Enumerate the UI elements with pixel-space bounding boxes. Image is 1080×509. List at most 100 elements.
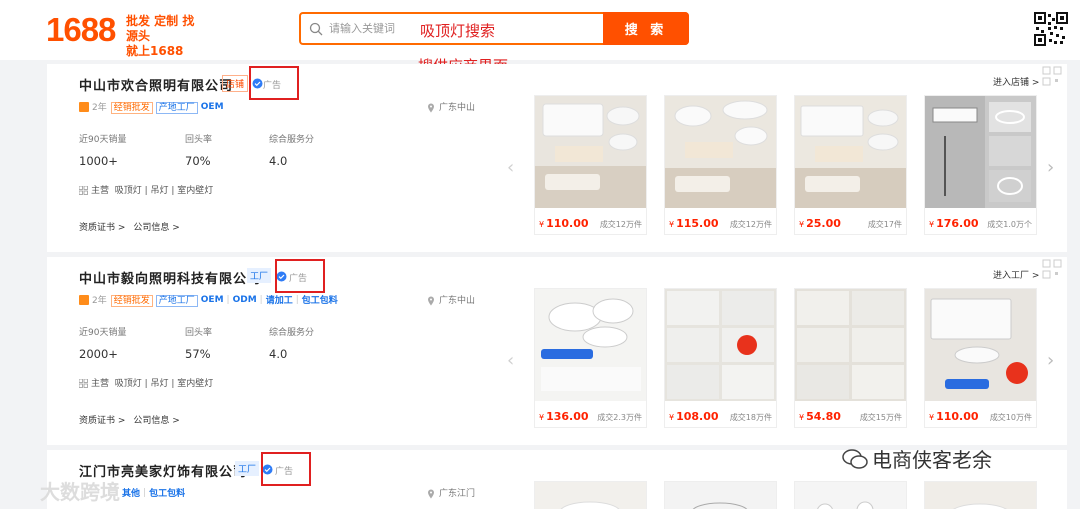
ad-highlight-box: 广告 <box>261 452 311 486</box>
badge: 产地工厂 <box>155 295 198 307</box>
stat-label-repeat: 回头率 <box>185 328 213 338</box>
product-sold: 成交1.0万个 <box>987 220 1032 229</box>
ad-highlight-box: 广告 <box>249 66 299 100</box>
stat-value-repeat: 57% <box>185 347 211 361</box>
carousel-prev-icon[interactable]: ‹ <box>507 157 514 178</box>
category-icon <box>79 379 88 388</box>
product-sold: 成交18万件 <box>729 413 772 422</box>
annotation-search-note: 吸顶灯搜索 <box>420 22 496 40</box>
shop-type-tag: 工厂 <box>247 268 272 283</box>
footer-links: 资质证书 > 公司信息 > <box>79 413 188 426</box>
badge: OEM <box>200 101 224 112</box>
location-pin-icon <box>428 489 434 498</box>
supplier-badges: 其他 | 包工包料 <box>122 487 186 500</box>
stat-value-score: 4.0 <box>269 347 288 361</box>
product-card[interactable]: ¥54.80 成交15万件 <box>794 288 907 428</box>
supplier-badges: 2年 经销批发 产地工厂 OEM <box>79 100 227 114</box>
qr-code-icon[interactable] <box>1034 12 1068 46</box>
product-price: ¥136.00 <box>539 410 589 423</box>
badge: 产地工厂 <box>155 102 198 114</box>
logo-number: 1688 <box>46 11 116 48</box>
logo-slogan: 批发 定制 找源头 就上1688 <box>126 14 195 58</box>
product-card[interactable]: ¥110.00 成交10万件 <box>924 288 1037 428</box>
ad-label: 广告 <box>263 81 282 91</box>
badge: OEM <box>200 294 224 305</box>
badge: ODM <box>232 294 257 305</box>
product-card[interactable]: ¥108.00 成交18万件 <box>664 288 777 428</box>
supplier-location: 广东中山 <box>427 100 475 113</box>
supplier-location: 广东中山 <box>427 293 475 306</box>
carousel-prev-icon[interactable]: ‹ <box>507 350 514 371</box>
product-image <box>665 96 776 208</box>
wechat-watermark-text: 电商侠客老余 <box>872 448 992 472</box>
product-card[interactable]: ¥136.00 成交2.3万件 <box>534 288 647 428</box>
supplier-card: 中山市欢合照明有限公司 店铺 广告 2年 经销批发 产地工厂 OEM 广东中山 近90… <box>47 64 1067 252</box>
badge: 经销批发 <box>110 295 153 307</box>
company-info-link[interactable]: 公司信息 > <box>133 416 179 426</box>
search-icon <box>309 22 323 36</box>
product-image <box>665 289 776 401</box>
product-card[interactable] <box>664 481 777 509</box>
ad-label: 广告 <box>275 467 294 477</box>
stat-value-sales: 2000+ <box>79 347 118 361</box>
carousel-next-icon[interactable]: › <box>1047 350 1054 371</box>
product-card[interactable]: ¥115.00 成交12万件 <box>664 95 777 235</box>
product-image <box>535 96 646 208</box>
product-image <box>795 482 906 509</box>
certificates-link[interactable]: 资质证书 > <box>79 416 125 426</box>
years-icon <box>79 101 89 112</box>
badge: 包工包料 <box>301 296 338 306</box>
location-pin-icon <box>428 296 434 305</box>
product-card[interactable]: ¥176.00 成交1.0万个 <box>924 95 1037 235</box>
stat-value-score: 4.0 <box>269 154 288 168</box>
corner-qr-icon[interactable] <box>1042 66 1062 86</box>
stat-value-sales: 1000+ <box>79 154 118 168</box>
top-header: 1688 批发 定制 找源头 就上1688 搜 索 <box>0 0 1080 60</box>
supplier-name[interactable]: 中山市毅向照明科技有限公司 <box>79 268 261 287</box>
stat-label-sales: 近90天销量 <box>79 328 127 338</box>
supplier-badges: 2年 经销批发 产地工厂 OEM | ODM | 请加工 | 包工包料 <box>79 293 341 307</box>
stat-label-sales: 近90天销量 <box>79 135 127 145</box>
product-card[interactable] <box>534 481 647 509</box>
certificates-link[interactable]: 资质证书 > <box>79 223 125 233</box>
product-card[interactable] <box>794 481 907 509</box>
product-sold: 成交17件 <box>867 220 902 229</box>
supplier-location: 广东江门 <box>427 486 475 499</box>
stat-label-score: 综合服务分 <box>269 135 315 145</box>
product-card[interactable]: ¥110.00 成交12万件 <box>534 95 647 235</box>
corner-qr-icon[interactable] <box>1042 259 1062 279</box>
site-logo[interactable]: 1688 批发 定制 找源头 就上1688 <box>46 10 206 58</box>
stat-label-repeat: 回头率 <box>185 135 213 145</box>
product-sold: 成交12万件 <box>599 220 642 229</box>
enter-store-link[interactable]: 进入店铺 > <box>993 75 1039 88</box>
supplier-name[interactable]: 中山市欢合照明有限公司 <box>79 75 233 94</box>
carousel-next-icon[interactable]: › <box>1047 157 1054 178</box>
product-image <box>795 96 906 208</box>
ad-highlight-box: 广告 <box>275 259 325 293</box>
product-image <box>665 482 776 509</box>
product-price: ¥176.00 <box>929 217 979 230</box>
ad-label: 广告 <box>289 274 308 284</box>
product-price: ¥110.00 <box>929 410 979 423</box>
product-price: ¥108.00 <box>669 410 719 423</box>
product-sold: 成交15万件 <box>859 413 902 422</box>
product-price: ¥110.00 <box>539 217 589 230</box>
stat-label-score: 综合服务分 <box>269 328 315 338</box>
enter-factory-link[interactable]: 进入工厂 > <box>993 268 1039 281</box>
product-price: ¥25.00 <box>799 217 841 230</box>
supplier-card: 中山市毅向照明科技有限公司 工厂 广告 2年 经销批发 产地工厂 OEM | ODM | 请加… <box>47 257 1067 445</box>
product-card[interactable]: ¥25.00 成交17件 <box>794 95 907 235</box>
product-image <box>925 289 1036 401</box>
product-card[interactable] <box>924 481 1037 509</box>
company-info-link[interactable]: 公司信息 > <box>133 223 179 233</box>
product-sold: 成交2.3万件 <box>597 413 642 422</box>
search-button[interactable]: 搜 索 <box>603 12 689 45</box>
product-image <box>535 289 646 401</box>
badge: 其他 <box>122 489 141 499</box>
product-sold: 成交12万件 <box>729 220 772 229</box>
footer-links: 资质证书 > 公司信息 > <box>79 220 188 233</box>
badge: 经销批发 <box>110 102 153 114</box>
product-image <box>795 289 906 401</box>
location-pin-icon <box>428 103 434 112</box>
stat-value-repeat: 70% <box>185 154 211 168</box>
